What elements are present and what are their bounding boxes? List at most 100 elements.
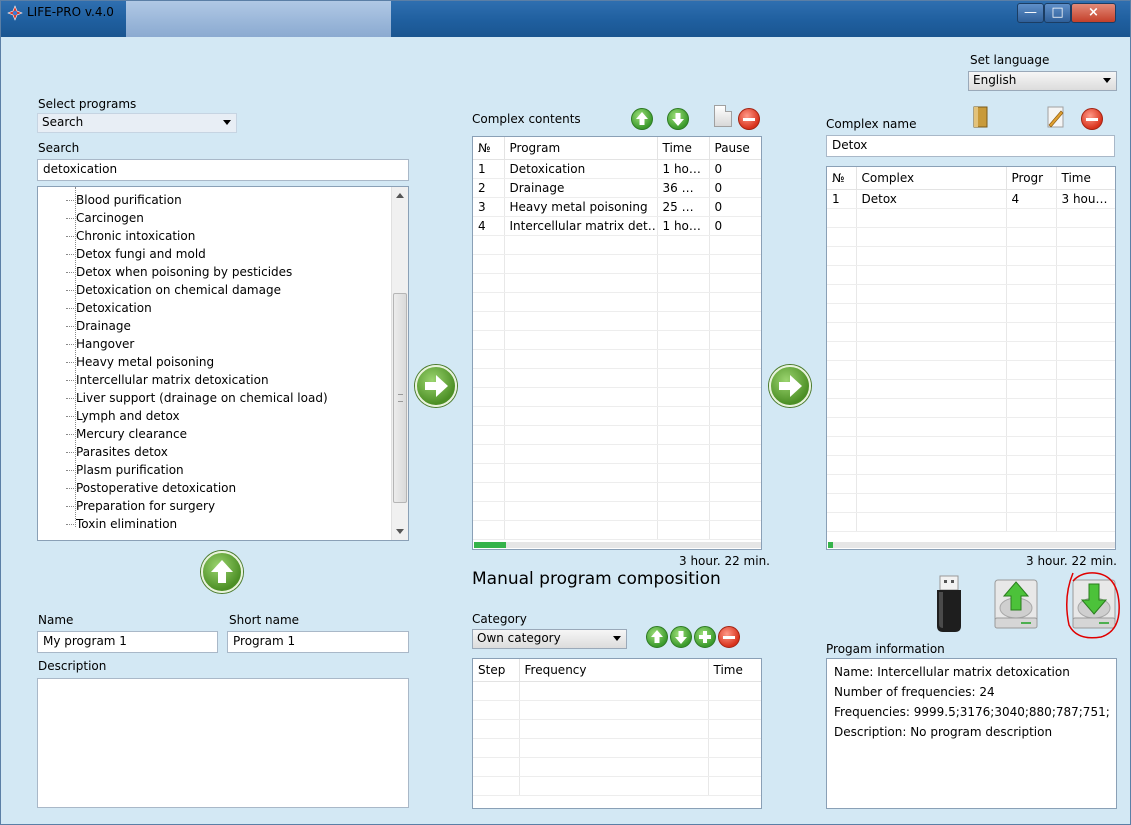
table-row[interactable] [473, 482, 761, 502]
short-name-input[interactable]: Program 1 [227, 631, 409, 653]
table-row[interactable] [827, 436, 1115, 456]
table-row[interactable]: 2 Drainage 36 … 0 [473, 178, 761, 198]
tree-item[interactable]: Drainage [66, 317, 131, 335]
table-row[interactable] [827, 208, 1115, 228]
column-header[interactable]: Time [708, 659, 761, 682]
tree-scrollbar[interactable] [391, 187, 408, 540]
tree-item[interactable]: Detoxication on chemical damage [66, 281, 281, 299]
complex-name-input[interactable]: Detox [826, 135, 1115, 157]
table-row[interactable] [473, 501, 761, 521]
table-row[interactable] [473, 700, 761, 720]
table-row[interactable] [473, 406, 761, 426]
table-row[interactable] [827, 379, 1115, 399]
table-row[interactable] [473, 738, 761, 758]
move-down-button[interactable] [667, 108, 689, 130]
tree-item[interactable]: Parasites detox [66, 443, 168, 461]
tree-item[interactable]: Lymph and detox [66, 407, 180, 425]
table-row[interactable] [473, 273, 761, 293]
table-row[interactable] [827, 455, 1115, 475]
book-icon[interactable] [971, 105, 991, 129]
close-icon[interactable]: × [1071, 3, 1116, 23]
table-row[interactable] [827, 398, 1115, 418]
remove-icon[interactable] [1081, 108, 1103, 130]
scroll-up-icon[interactable] [396, 193, 404, 198]
tree-item[interactable]: Liver support (drainage on chemical load… [66, 389, 328, 407]
new-document-icon[interactable] [714, 105, 732, 127]
category-select[interactable]: Own category [472, 629, 627, 649]
column-header[interactable]: Pause [709, 137, 761, 160]
table-row[interactable] [827, 474, 1115, 494]
tree-item[interactable]: Detox when poisoning by pesticides [65, 263, 292, 281]
table-row[interactable] [473, 368, 761, 388]
table-row[interactable] [827, 303, 1115, 323]
complex-contents-table[interactable]: № Program Time Pause 1 Detoxication 1 ho… 0 2 Dr… [472, 136, 762, 550]
column-header[interactable]: Progr [1006, 167, 1057, 190]
name-input[interactable]: My program 1 [37, 631, 218, 653]
column-header[interactable]: Program [504, 137, 658, 160]
table-row[interactable] [473, 776, 761, 796]
description-textarea[interactable] [37, 678, 409, 808]
tree-item[interactable]: Preparation for surgery [65, 497, 215, 515]
complexes-table[interactable]: № Complex Progr Time 1 Detox 4 3 hou… [826, 166, 1116, 550]
contents-hscroll[interactable] [474, 542, 761, 548]
add-step-button[interactable] [694, 626, 716, 648]
tree-item[interactable]: Heavy metal poisoning [65, 353, 214, 371]
table-row[interactable]: 1 Detoxication 1 ho… 0 [473, 159, 761, 179]
column-header[interactable]: № [827, 167, 857, 190]
table-row[interactable] [473, 425, 761, 445]
table-row[interactable] [473, 681, 761, 701]
table-row[interactable] [473, 330, 761, 350]
search-input[interactable]: detoxication [37, 159, 409, 181]
column-header[interactable]: № [473, 137, 505, 160]
table-row[interactable] [473, 254, 761, 274]
table-row[interactable] [473, 719, 761, 739]
tree-item[interactable]: Plasm purification [66, 461, 184, 479]
table-row[interactable] [827, 360, 1115, 380]
tree-item[interactable]: Intercellular matrix detoxication [66, 371, 269, 389]
remove-icon[interactable] [718, 626, 740, 648]
usb-stick-icon[interactable] [931, 574, 967, 634]
add-to-complex-button[interactable] [415, 365, 457, 407]
table-row[interactable]: 1 Detox 4 3 hou… [827, 189, 1115, 209]
table-row[interactable] [473, 387, 761, 407]
table-row[interactable] [473, 349, 761, 369]
steps-table[interactable]: Step Frequency Time [472, 658, 762, 809]
maximize-icon[interactable]: □ [1044, 3, 1071, 23]
tree-item[interactable]: Toxin elimination [65, 515, 177, 533]
language-select[interactable]: English [968, 71, 1117, 91]
scroll-down-icon[interactable] [396, 529, 404, 534]
table-row[interactable]: 3 Heavy metal poisoning 25 … 0 [473, 197, 761, 217]
tree-item[interactable]: Detox fungi and mold [66, 245, 206, 263]
table-row[interactable] [473, 311, 761, 331]
table-row[interactable] [827, 341, 1115, 361]
table-row[interactable] [827, 512, 1115, 532]
column-header[interactable]: Complex [856, 167, 1007, 190]
tree-item[interactable]: Chronic intoxication [65, 227, 195, 245]
table-row[interactable] [827, 246, 1115, 266]
step-up-button[interactable] [646, 626, 668, 648]
column-header[interactable]: Step [473, 659, 520, 682]
step-down-button[interactable] [670, 626, 692, 648]
remove-icon[interactable] [738, 108, 760, 130]
table-row[interactable] [827, 493, 1115, 513]
scroll-thumb[interactable] [393, 293, 407, 503]
column-header[interactable]: Frequency [519, 659, 709, 682]
table-row[interactable] [473, 757, 761, 777]
table-row[interactable] [827, 284, 1115, 304]
minimize-icon[interactable]: — [1017, 3, 1044, 23]
table-row[interactable] [473, 463, 761, 483]
tree-item[interactable]: Mercury clearance [66, 425, 187, 443]
upload-drive-icon[interactable] [991, 574, 1041, 634]
edit-icon[interactable] [1045, 105, 1067, 129]
add-program-up-button[interactable] [201, 551, 243, 593]
table-row[interactable] [473, 520, 761, 540]
table-row[interactable] [827, 227, 1115, 247]
tree-item[interactable]: Carcinogen [66, 209, 144, 227]
table-row[interactable] [827, 265, 1115, 285]
column-header[interactable]: Time [1056, 167, 1115, 190]
table-row[interactable] [827, 417, 1115, 437]
tree-item[interactable]: Blood purification [66, 191, 182, 209]
table-row[interactable] [473, 235, 761, 255]
table-row[interactable] [473, 444, 761, 464]
table-row[interactable]: 4 Intercellular matrix det… 1 ho… 0 [473, 216, 761, 236]
